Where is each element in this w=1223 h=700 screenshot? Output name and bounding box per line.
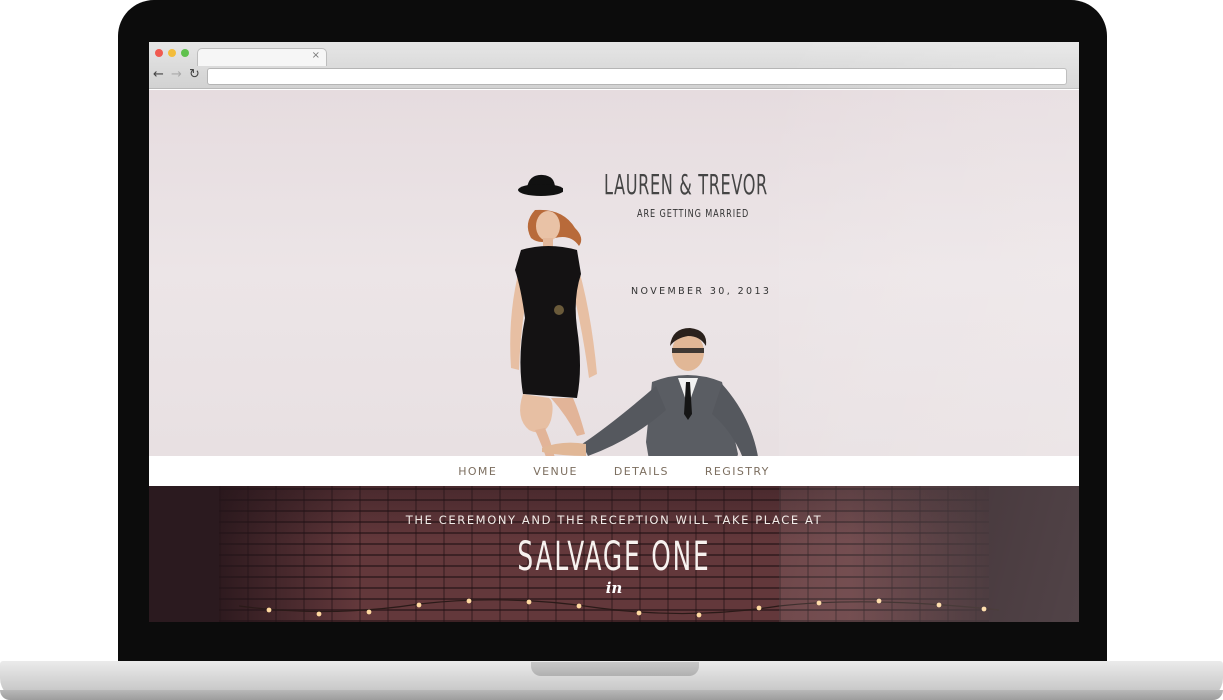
nav-home[interactable]: HOME: [458, 465, 497, 478]
nav-registry[interactable]: REGISTRY: [705, 465, 770, 478]
venue-in-label: in: [605, 579, 623, 597]
nav-venue[interactable]: VENUE: [533, 465, 578, 478]
maximize-window-icon[interactable]: [181, 49, 189, 57]
nav-details[interactable]: DETAILS: [614, 465, 669, 478]
string-lights: [239, 598, 999, 618]
screen: × ← → ↻ LAUREN & TREVOR ARE GETTING MARR…: [149, 42, 1079, 622]
wedding-date: NOVEMBER 30, 2013: [631, 286, 772, 297]
close-window-icon[interactable]: [155, 49, 163, 57]
venue-intro: THE CEREMONY AND THE RECEPTION WILL TAKE…: [405, 513, 823, 527]
main-nav: HOME VENUE DETAILS REGISTRY: [149, 456, 1079, 486]
hero-section: LAUREN & TREVOR ARE GETTING MARRIED NOVE…: [149, 90, 1079, 502]
page-title: LAUREN & TREVOR: [604, 168, 768, 201]
venue-section: THE CEREMONY AND THE RECEPTION WILL TAKE…: [149, 486, 1079, 622]
address-bar[interactable]: [207, 68, 1067, 85]
tab-close-icon[interactable]: ×: [312, 50, 320, 61]
reload-icon[interactable]: ↻: [189, 68, 200, 82]
minimize-window-icon[interactable]: [168, 49, 176, 57]
browser-chrome: × ← → ↻: [149, 42, 1079, 89]
page-subtitle: ARE GETTING MARRIED: [637, 207, 750, 220]
forward-arrow-icon[interactable]: →: [171, 68, 182, 82]
bride-hat: [518, 174, 563, 196]
laptop-notch: [531, 662, 699, 676]
browser-tab[interactable]: ×: [197, 48, 327, 66]
venue-name: SALVAGE ONE: [517, 534, 711, 580]
back-arrow-icon[interactable]: ←: [153, 68, 164, 82]
